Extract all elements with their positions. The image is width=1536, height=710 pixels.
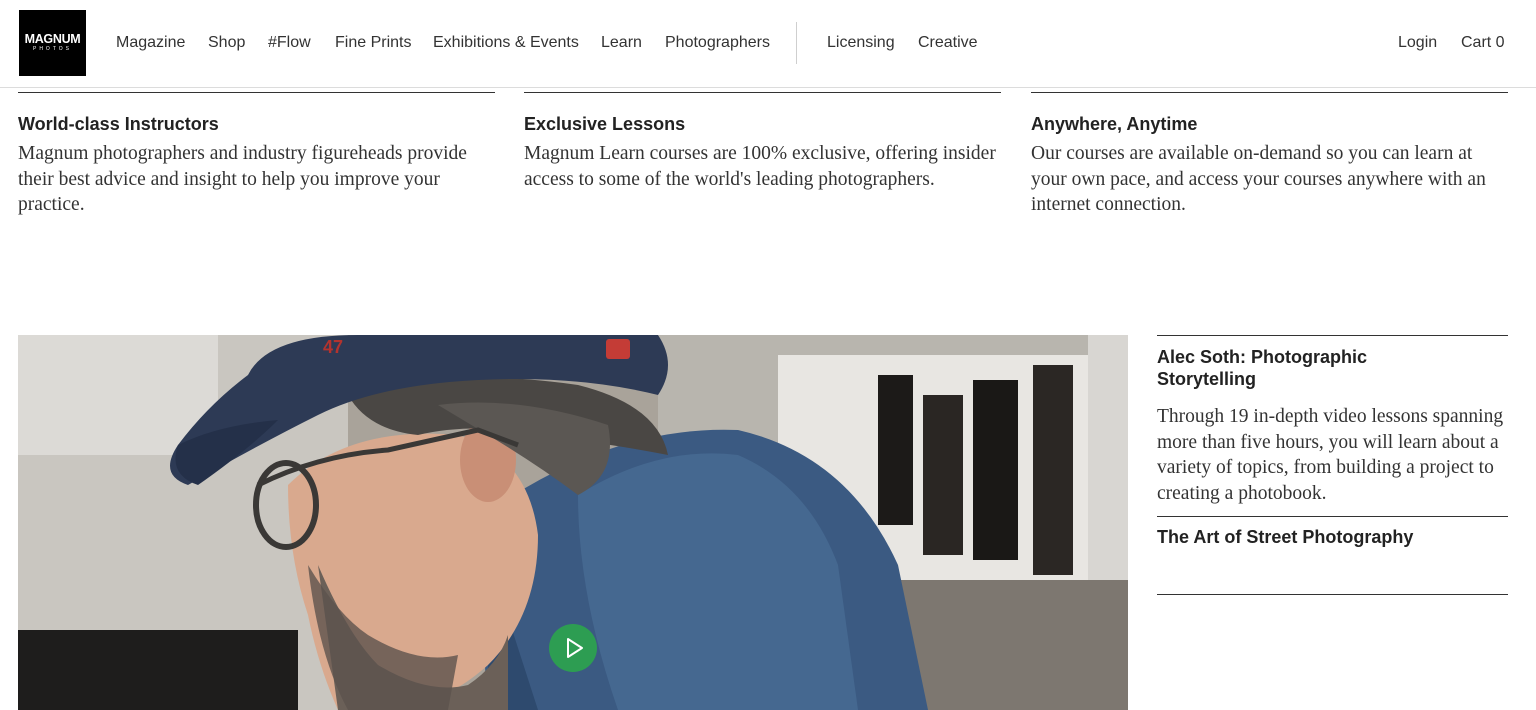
nav-learn[interactable]: Learn: [601, 34, 642, 52]
course-title-alec-soth[interactable]: Alec Soth: Photographic Storytelling: [1157, 346, 1457, 390]
nav-shop[interactable]: Shop: [208, 34, 245, 52]
nav-exhibitions-events[interactable]: Exhibitions & Events: [433, 34, 579, 52]
course-divider: [1157, 516, 1508, 517]
cart-link[interactable]: Cart 0: [1461, 34, 1505, 52]
nav-photographers[interactable]: Photographers: [665, 34, 770, 52]
logo-subtext: PHOTOS: [32, 46, 73, 52]
feature-text-anywhere: Our courses are available on-demand so y…: [1031, 143, 1486, 215]
course-divider: [1157, 594, 1508, 595]
feature-title-anywhere: Anywhere, Anytime: [1031, 114, 1198, 134]
logo-text: MAGNUM: [24, 32, 81, 46]
feature-title-lessons: Exclusive Lessons: [524, 114, 686, 134]
feature-divider: [1031, 92, 1508, 93]
feature-text-lessons: Magnum Learn courses are 100% exclusive,…: [524, 143, 996, 190]
nav-magazine[interactable]: Magazine: [116, 34, 185, 52]
nav-divider: [796, 22, 797, 64]
course-divider: [1157, 335, 1508, 336]
nav-creative[interactable]: Creative: [918, 34, 978, 52]
feature-title-instructors: World-class Instructors: [18, 114, 219, 134]
cap-logo-text: 47: [323, 337, 343, 357]
nav-flow[interactable]: #Flow: [268, 34, 311, 52]
course-description-alec-soth: Through 19 in-depth video lessons spanni…: [1157, 406, 1504, 504]
course-video[interactable]: 47: [18, 335, 1128, 710]
magnum-logo[interactable]: MAGNUM PHOTOS: [19, 10, 86, 76]
feature-divider: [18, 92, 495, 93]
course-title-street-photography[interactable]: The Art of Street Photography: [1157, 526, 1457, 548]
play-icon: [567, 638, 583, 658]
login-link[interactable]: Login: [1398, 34, 1437, 52]
site-header: MAGNUM PHOTOS Magazine Shop #Flow Fine P…: [0, 0, 1536, 88]
play-button[interactable]: [549, 624, 597, 672]
feature-divider: [524, 92, 1001, 93]
feature-text-instructors: Magnum photographers and industry figure…: [18, 143, 467, 215]
nav-licensing[interactable]: Licensing: [827, 34, 895, 52]
nav-fine-prints[interactable]: Fine Prints: [335, 34, 411, 52]
